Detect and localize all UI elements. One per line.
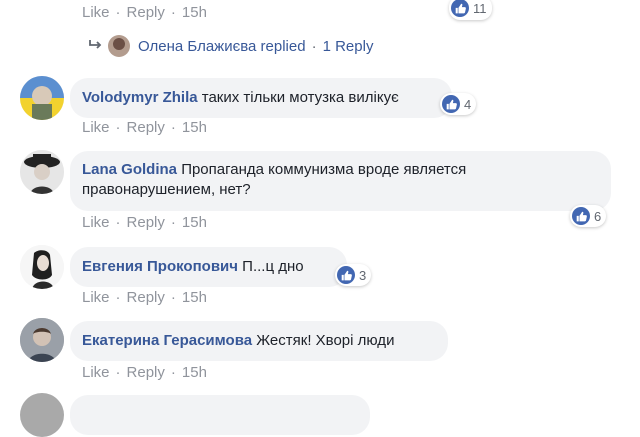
comment-bubble: Евгения Прокопович П...ц дно	[70, 247, 347, 287]
reply-link[interactable]: Reply	[127, 119, 165, 136]
timestamp[interactable]: 15h	[182, 4, 207, 21]
comment-actions: Like · Reply · 15h	[82, 119, 207, 136]
reaction-number: 4	[464, 96, 472, 112]
reply-verb: replied	[260, 37, 306, 55]
reaction-number: 11	[473, 0, 487, 16]
reply-link[interactable]: Reply	[127, 364, 165, 381]
reply-count-link[interactable]: 1 Reply	[323, 38, 374, 55]
timestamp[interactable]: 15h	[182, 119, 207, 136]
comment-text: П...ц дно	[242, 258, 304, 275]
avatar[interactable]	[20, 150, 64, 194]
separator-dot: ·	[170, 4, 176, 21]
comment-bubble	[70, 395, 370, 435]
separator-dot: ·	[170, 119, 176, 136]
replies-summary[interactable]: Олена Блажиєва replied · 1 Reply	[88, 35, 373, 57]
like-thumb-icon	[572, 207, 590, 225]
reaction-count[interactable]: 4	[440, 93, 477, 115]
comment-actions: Like · Reply · 15h	[82, 4, 207, 21]
reply-author-name[interactable]: Олена Блажиєва	[138, 38, 256, 55]
separator-dot: ·	[311, 37, 317, 55]
reply-link[interactable]: Reply	[127, 289, 165, 306]
separator-dot: ·	[115, 119, 121, 136]
timestamp[interactable]: 15h	[182, 364, 207, 381]
like-thumb-icon	[442, 95, 460, 113]
reply-arrow-icon	[88, 38, 108, 55]
separator-dot: ·	[170, 289, 176, 306]
like-thumb-icon	[451, 0, 469, 17]
comment-bubble: Lana Goldina Пропаганда коммунизма вроде…	[70, 151, 611, 211]
comment-bubble: Екатерина Герасимова Жестяк! Хворі люди	[70, 321, 448, 361]
separator-dot: ·	[115, 4, 121, 21]
comment-author[interactable]: Евгения Прокопович	[82, 258, 238, 275]
avatar[interactable]	[108, 35, 130, 57]
like-link[interactable]: Like	[82, 119, 110, 136]
comment-actions: Like · Reply · 15h	[82, 289, 207, 306]
like-thumb-icon	[337, 266, 355, 284]
reply-link[interactable]: Reply	[127, 214, 165, 231]
comment-actions: Like · Reply · 15h	[82, 214, 207, 231]
reply-link[interactable]: Reply	[127, 4, 165, 21]
timestamp[interactable]: 15h	[182, 214, 207, 231]
avatar[interactable]	[20, 245, 64, 289]
reaction-count[interactable]: 3	[335, 264, 372, 286]
like-link[interactable]: Like	[82, 214, 110, 231]
like-link[interactable]: Like	[82, 4, 110, 21]
like-link[interactable]: Like	[82, 289, 110, 306]
separator-dot: ·	[115, 214, 121, 231]
comment-author[interactable]: Lana Goldina	[82, 161, 177, 178]
avatar[interactable]	[20, 318, 64, 362]
comment-text: Жестяк! Хворі люди	[256, 332, 395, 349]
comment-author[interactable]: Volodymyr Zhila	[82, 89, 198, 106]
reaction-number: 6	[594, 208, 602, 224]
separator-dot: ·	[170, 364, 176, 381]
separator-dot: ·	[170, 214, 176, 231]
reaction-count[interactable]: 11	[449, 0, 492, 20]
reaction-number: 3	[359, 267, 367, 283]
timestamp[interactable]: 15h	[182, 289, 207, 306]
like-link[interactable]: Like	[82, 364, 110, 381]
avatar[interactable]	[20, 76, 64, 120]
comment-bubble: Volodymyr Zhila таких тільки мотузка вил…	[70, 78, 452, 118]
reaction-count[interactable]: 6	[570, 205, 607, 227]
comment-actions: Like · Reply · 15h	[82, 364, 207, 381]
separator-dot: ·	[115, 364, 121, 381]
separator-dot: ·	[115, 289, 121, 306]
comment-text: таких тільки мотузка вилікує	[201, 89, 399, 106]
comment-author[interactable]: Екатерина Герасимова	[82, 332, 252, 349]
